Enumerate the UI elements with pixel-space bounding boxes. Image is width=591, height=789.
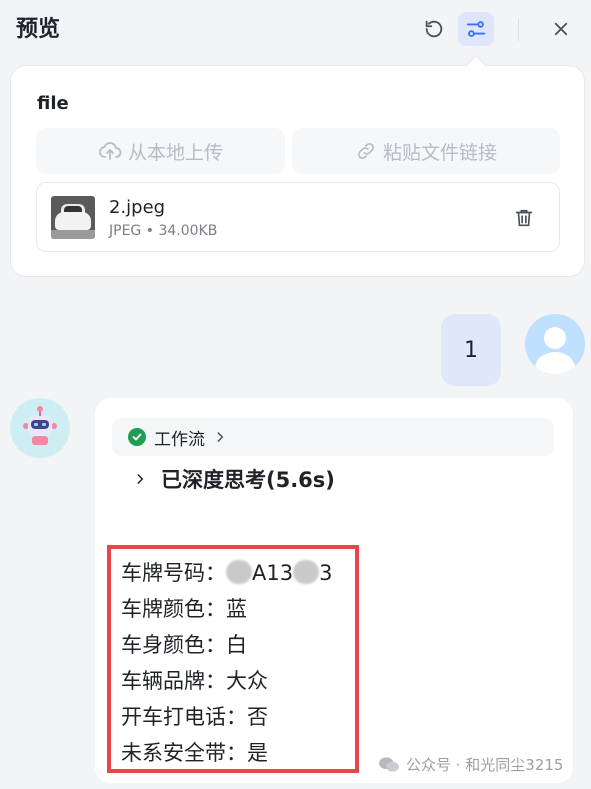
close-icon: [554, 22, 568, 36]
plate-number-visible-b: 3: [319, 561, 333, 585]
file-thumbnail: [51, 196, 95, 239]
paste-link-button[interactable]: 粘贴文件链接: [292, 128, 560, 174]
wechat-icon: [379, 756, 399, 772]
user-icon: [535, 327, 575, 374]
upload-local-label: 从本地上传: [127, 141, 223, 164]
result-body-color: 车身颜色：白: [121, 633, 247, 657]
user-message-bubble: 1: [441, 314, 501, 386]
deep-thinking-toggle[interactable]: 已深度思考(5.6s): [133, 464, 335, 494]
result-plate-color: 车牌颜色：蓝: [121, 597, 247, 621]
user-message-text: 1: [464, 337, 478, 363]
file-input-panel: file 从本地上传 粘贴文件链接 2.jpeg JPEG • 34.00KB: [10, 65, 585, 277]
file-field-label: file: [37, 93, 69, 114]
cloud-upload-icon: [99, 142, 122, 160]
watermark-text: 公众号 · 和光同尘3215: [406, 756, 564, 774]
chevron-right-icon: [217, 432, 224, 442]
paste-link-label: 粘贴文件链接: [382, 141, 497, 164]
user-avatar: [525, 314, 585, 374]
bot-avatar: [10, 398, 70, 458]
watermark: 公众号 · 和光同尘3215: [378, 754, 563, 775]
close-button[interactable]: [543, 12, 579, 46]
delete-file-button[interactable]: [513, 207, 535, 229]
file-name: 2.jpeg: [109, 197, 166, 218]
link-icon: [357, 142, 375, 160]
meta-separator-icon: •: [145, 223, 159, 239]
robot-icon: [23, 406, 57, 445]
page-title: 预览: [16, 17, 61, 42]
result-phone-use: 开车打电话：否: [121, 705, 268, 729]
workflow-status[interactable]: 工作流: [112, 418, 554, 456]
upload-local-button[interactable]: 从本地上传: [36, 128, 285, 174]
result-plate-number: 车牌号码： A13 3: [121, 557, 332, 587]
chevron-right-icon: [137, 474, 144, 484]
recognition-result: 车牌号码： A13 3 车牌颜色：蓝 车身颜色：白 车辆品牌：大众 开车打电话：否 …: [107, 545, 359, 773]
file-meta: JPEG • 34.00KB: [109, 223, 217, 239]
redacted-mask-icon: [226, 560, 252, 584]
workflow-label: 工作流: [154, 429, 205, 450]
result-brand: 车辆品牌：大众: [121, 669, 268, 693]
sliders-icon: [466, 21, 486, 37]
file-type: JPEG: [109, 223, 142, 239]
result-seatbelt: 未系安全带：是: [121, 741, 268, 765]
trash-icon: [515, 209, 533, 227]
header-divider: [518, 19, 519, 41]
file-size: 34.00KB: [158, 223, 218, 239]
plate-number-key: 车牌号码：: [121, 561, 226, 585]
refresh-button[interactable]: [416, 12, 452, 46]
uploaded-file-item[interactable]: 2.jpeg JPEG • 34.00KB: [36, 182, 560, 252]
check-circle-icon: [128, 428, 146, 446]
plate-number-visible-a: A13: [252, 561, 294, 585]
refresh-icon: [425, 20, 443, 38]
settings-toggle-button[interactable]: [458, 12, 494, 46]
deep-thinking-label: 已深度思考(5.6s): [161, 468, 335, 492]
redacted-mask-icon: [293, 560, 320, 584]
header: 预览: [0, 0, 591, 56]
